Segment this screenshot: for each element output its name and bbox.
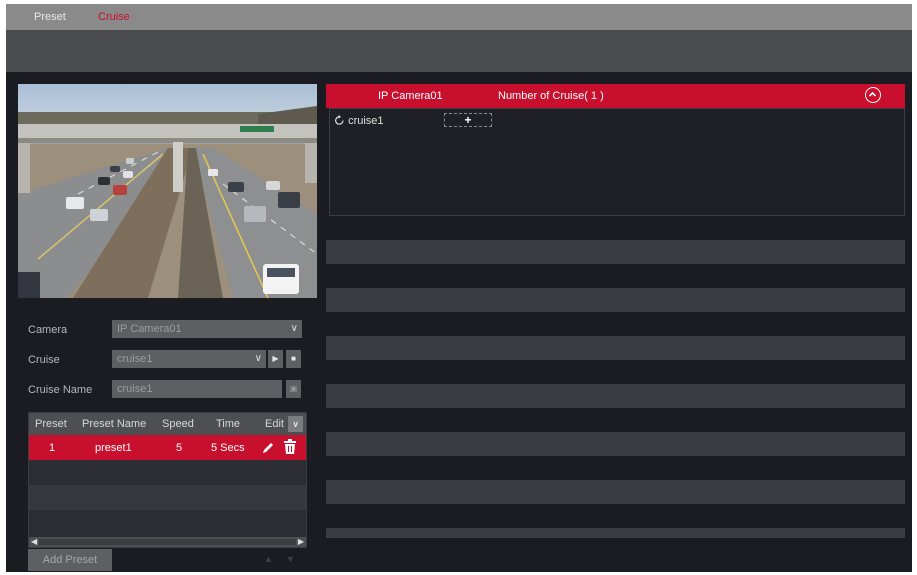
refresh-icon: [335, 115, 344, 125]
tab-bar: Preset Cruise: [6, 4, 912, 30]
scroll-left-icon[interactable]: ◀: [31, 537, 37, 546]
column-speed: Speed: [162, 418, 194, 430]
scroll-right-icon[interactable]: ▶: [298, 537, 304, 546]
save-icon: ▣: [289, 384, 298, 393]
move-up-icon[interactable]: ▲: [264, 554, 273, 564]
empty-row: [326, 432, 905, 456]
table-header: Preset Preset Name Speed Time Edit ∨: [29, 413, 306, 435]
column-preset: Preset: [35, 418, 67, 430]
add-preset-button[interactable]: Add Preset: [28, 549, 112, 571]
trash-icon: [284, 439, 296, 454]
play-icon: ▶: [272, 354, 279, 363]
move-down-icon[interactable]: ▼: [286, 554, 295, 564]
cruise-name-label: Cruise Name: [28, 384, 93, 396]
column-time: Time: [216, 418, 241, 430]
column-menu-button[interactable]: ∨: [288, 416, 303, 432]
stop-icon: ■: [291, 354, 296, 363]
column-preset-name: Preset Name: [82, 418, 147, 430]
camera-name: IP Camera01: [378, 90, 443, 102]
cell-speed: 5: [176, 442, 183, 454]
collapse-button[interactable]: [865, 87, 881, 103]
delete-preset-button[interactable]: [283, 439, 297, 458]
camera-live-view: [18, 84, 317, 298]
empty-row: [326, 480, 905, 504]
chevron-up-circle-icon: [868, 91, 877, 97]
cruise-label: Cruise: [28, 354, 60, 366]
empty-row: [326, 288, 905, 312]
pencil-icon: [263, 443, 273, 453]
toolbar-band: [6, 30, 912, 72]
cruise-list-header: IP Camera01 Number of Cruise( 1 ): [326, 84, 905, 108]
play-cruise-button[interactable]: ▶: [268, 350, 283, 368]
cruise-name-value: cruise1: [117, 383, 153, 395]
list-item[interactable]: cruise1: [334, 115, 384, 127]
chevron-down-icon: ∨: [292, 419, 299, 429]
scrollbar-thumb[interactable]: [39, 539, 296, 545]
cell-time: 5 Secs: [211, 442, 245, 454]
cruise-select[interactable]: cruise1 ∨: [112, 350, 266, 368]
stop-cruise-button[interactable]: ■: [286, 350, 301, 368]
cell-preset-name: preset1: [95, 442, 132, 454]
cruise-select-value: cruise1: [117, 353, 153, 365]
tab-cruise[interactable]: Cruise: [98, 11, 130, 23]
empty-row: [326, 240, 905, 264]
chevron-down-icon: ∨: [254, 353, 262, 364]
camera-label: Camera: [28, 324, 68, 336]
camera-select[interactable]: IP Camera01 ∨: [112, 320, 302, 338]
empty-row: [326, 336, 905, 360]
table-row[interactable]: 1 preset1 5 5 Secs: [29, 435, 306, 460]
chevron-down-icon: ∨: [290, 323, 298, 334]
save-name-button[interactable]: ▣: [286, 380, 301, 398]
horizontal-scrollbar[interactable]: ◀ ▶: [29, 537, 306, 547]
cell-preset: 1: [49, 442, 56, 454]
preset-table: Preset Preset Name Speed Time Edit ∨ 1 p…: [28, 412, 307, 548]
cruise-config-window: Preset Cruise Camera IP Camera01 ∨ Cruis…: [6, 4, 912, 572]
tab-preset[interactable]: Preset: [34, 11, 66, 23]
cruise-list: cruise1 +: [329, 108, 905, 216]
empty-row: [326, 528, 905, 538]
add-cruise-button[interactable]: +: [444, 113, 492, 127]
column-edit: Edit: [265, 418, 284, 430]
highway-video-frame: [18, 84, 317, 298]
empty-row: [326, 384, 905, 408]
cruise-count: Number of Cruise( 1 ): [498, 90, 604, 102]
cruise-name-input[interactable]: cruise1: [112, 380, 282, 398]
camera-select-value: IP Camera01: [117, 323, 182, 335]
empty-row: [29, 510, 306, 535]
cruise-item-label: cruise1: [348, 115, 384, 127]
edit-preset-button[interactable]: [262, 440, 276, 457]
empty-row: [29, 485, 306, 510]
